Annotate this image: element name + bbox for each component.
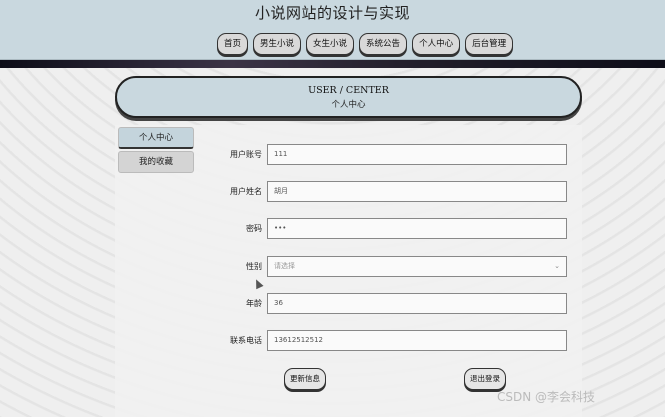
- site-title: 小说网站的设计与实现: [254, 4, 410, 22]
- age-field[interactable]: 36: [267, 293, 567, 314]
- sidebar-item-favorites[interactable]: 我的收藏: [118, 151, 194, 173]
- name-field[interactable]: 胡月: [267, 181, 567, 202]
- banner-subtitle: 个人中心: [331, 100, 366, 110]
- form-row-gender: 性别 请选择 ⌄: [200, 256, 568, 278]
- section-banner: USER / CENTER 个人中心: [115, 76, 582, 118]
- password-label: 密码: [246, 224, 262, 233]
- nav-admin[interactable]: 后台管理: [465, 33, 514, 55]
- watermark: CSDN @李会科技: [497, 390, 596, 404]
- age-label: 年龄: [246, 299, 262, 308]
- form-row-phone: 联系电话 13612512512: [200, 330, 568, 352]
- nav-home[interactable]: 首页: [217, 33, 249, 55]
- password-field[interactable]: •••: [267, 218, 567, 239]
- form-row-age: 年龄 36: [200, 293, 568, 315]
- account-label: 用户账号: [230, 150, 262, 159]
- form-row-password: 密码 •••: [200, 218, 568, 240]
- form-row-name: 用户姓名 胡月: [200, 181, 568, 203]
- logout-button[interactable]: 退出登录: [464, 368, 506, 390]
- main-nav: 首页 男生小说 女生小说 系统公告 个人中心 后台管理: [217, 33, 514, 55]
- name-label: 用户姓名: [230, 187, 262, 196]
- gender-label: 性别: [246, 262, 262, 271]
- phone-field[interactable]: 13612512512: [267, 330, 567, 351]
- nav-female-novels[interactable]: 女生小说: [306, 33, 355, 55]
- nav-announcements[interactable]: 系统公告: [359, 33, 408, 55]
- chevron-down-icon: ⌄: [554, 262, 560, 270]
- gender-select[interactable]: 请选择 ⌄: [267, 256, 567, 277]
- form-row-account: 用户账号 111: [200, 144, 568, 166]
- banner-title: USER / CENTER: [308, 85, 389, 96]
- update-info-button[interactable]: 更新信息: [284, 368, 326, 390]
- account-field[interactable]: 111: [267, 144, 567, 165]
- gender-placeholder: 请选择: [274, 262, 295, 270]
- sidebar-item-user-center[interactable]: 个人中心: [118, 127, 194, 149]
- phone-label: 联系电话: [230, 336, 262, 345]
- site-header: 小说网站的设计与实现 首页 男生小说 女生小说 系统公告 个人中心 后台管理: [0, 0, 665, 60]
- nav-male-novels[interactable]: 男生小说: [253, 33, 302, 55]
- nav-user-center[interactable]: 个人中心: [412, 33, 461, 55]
- sidebar: 个人中心 我的收藏: [118, 127, 194, 175]
- header-decorative-band: [0, 60, 665, 68]
